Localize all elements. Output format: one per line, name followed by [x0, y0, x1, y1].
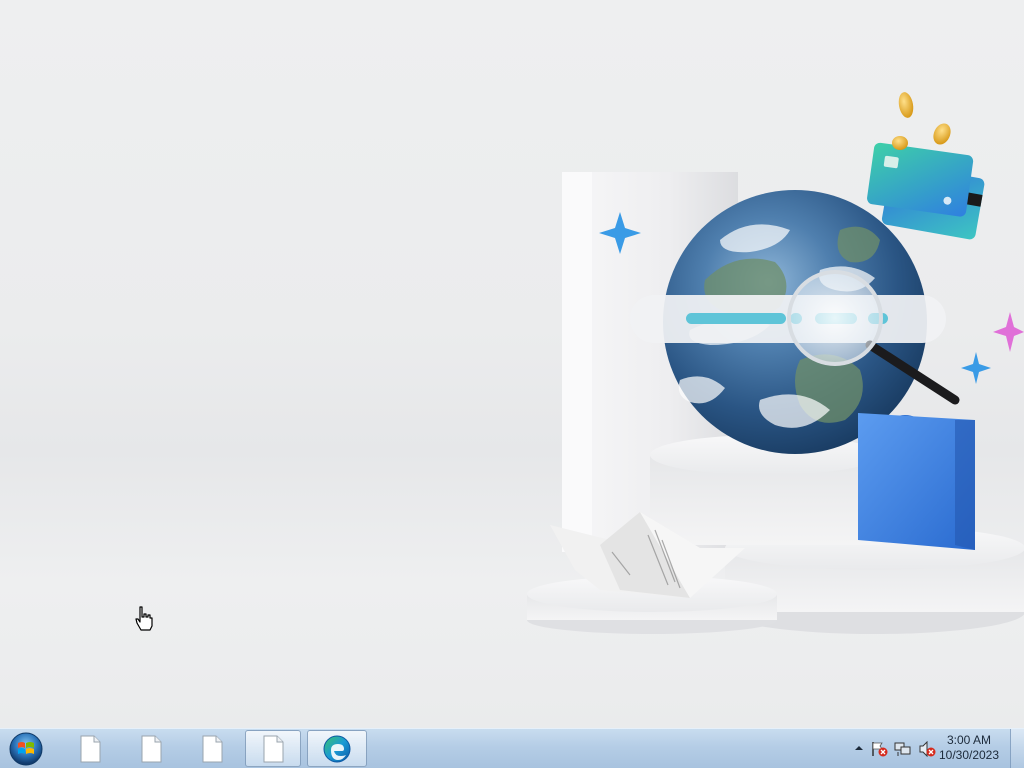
- blank-document-icon: [202, 735, 223, 762]
- clock[interactable]: 3:00 AM 10/30/2023: [934, 733, 1004, 763]
- windows-start-orb-icon: [9, 732, 43, 766]
- chevron-up-icon[interactable]: [854, 743, 864, 753]
- edge-browser-icon: [323, 735, 351, 762]
- taskbar-document-button-2[interactable]: [123, 730, 179, 767]
- blank-document-icon: [263, 735, 284, 762]
- action-center-flag-error-icon[interactable]: [870, 741, 888, 757]
- clock-time: 3:00 AM: [946, 733, 992, 747]
- start-button[interactable]: [6, 731, 46, 767]
- network-icon[interactable]: [894, 741, 912, 757]
- system-tray: 3:00 AM 10/30/2023: [834, 729, 1024, 769]
- desktop[interactable]: [0, 0, 1024, 728]
- hand-cursor-icon: [135, 606, 153, 631]
- clock-date: 10/30/2023: [938, 748, 1000, 762]
- taskbar-document-button-1[interactable]: [62, 730, 118, 767]
- show-desktop-button[interactable]: [1010, 729, 1024, 768]
- taskbar-document-button-4[interactable]: [245, 730, 301, 767]
- blank-document-icon: [80, 735, 101, 762]
- taskbar-edge-button[interactable]: [307, 730, 367, 767]
- taskbar: 3:00 AM 10/30/2023: [0, 728, 1024, 768]
- taskbar-document-button-3[interactable]: [184, 730, 240, 767]
- blank-document-icon: [141, 735, 162, 762]
